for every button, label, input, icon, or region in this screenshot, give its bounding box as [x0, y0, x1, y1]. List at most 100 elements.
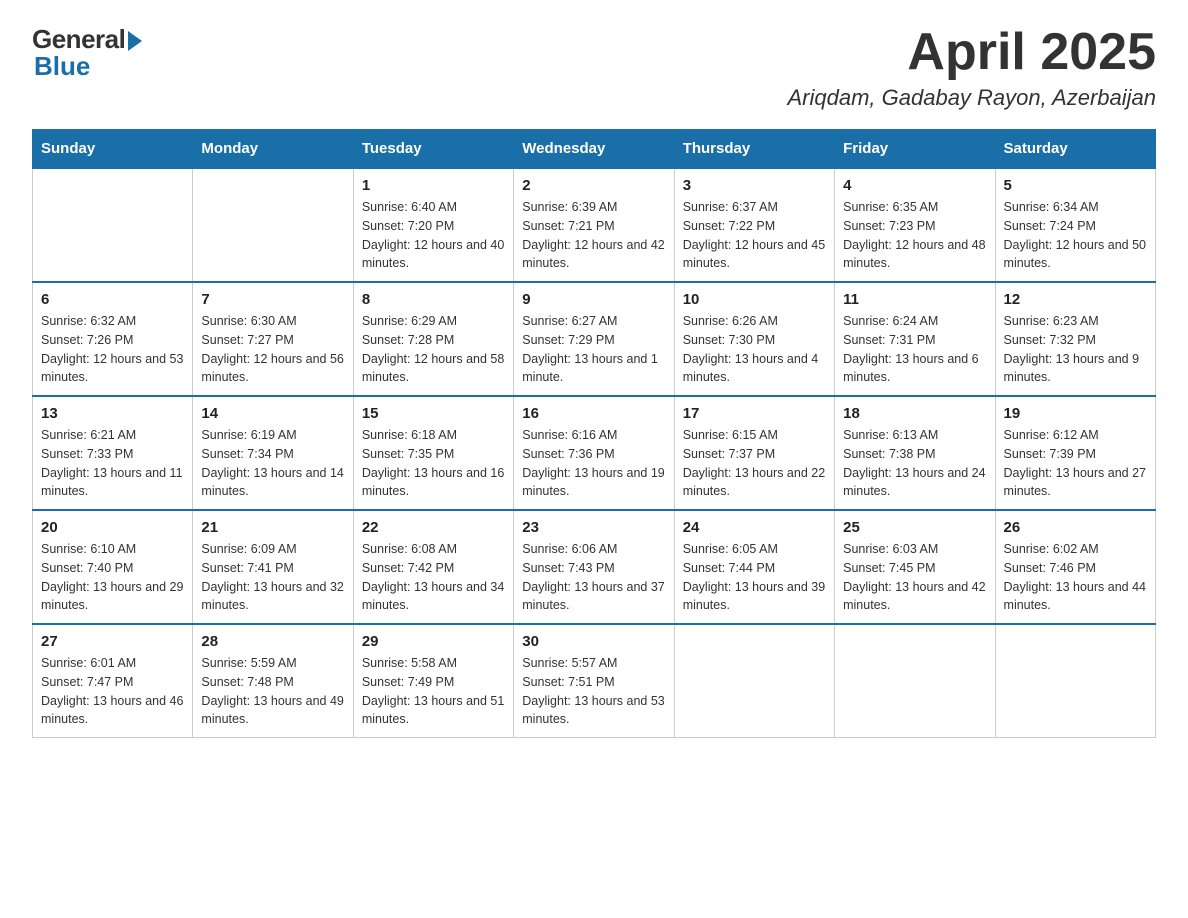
week-row-4: 27 Sunrise: 6:01 AMSunset: 7:47 PMDayligh… [33, 624, 1156, 738]
calendar-cell [33, 168, 193, 282]
day-number: 20 [41, 519, 184, 536]
day-header-tuesday: Tuesday [353, 130, 513, 169]
day-info: Sunrise: 6:05 AMSunset: 7:44 PMDaylight:… [683, 540, 826, 615]
calendar-table: SundayMondayTuesdayWednesdayThursdayFrid… [32, 129, 1156, 738]
calendar-cell: 2 Sunrise: 6:39 AMSunset: 7:21 PMDaylight… [514, 168, 674, 282]
day-info: Sunrise: 6:15 AMSunset: 7:37 PMDaylight:… [683, 426, 826, 501]
day-info: Sunrise: 6:16 AMSunset: 7:36 PMDaylight:… [522, 426, 665, 501]
calendar-cell [995, 624, 1155, 738]
calendar-cell: 3Sunrise: 6:37 AMSunset: 7:22 PMDaylight… [674, 168, 834, 282]
day-info: Sunrise: 6:24 AMSunset: 7:31 PMDaylight:… [843, 312, 986, 387]
day-number: 1 [362, 177, 505, 194]
calendar-cell [674, 624, 834, 738]
calendar-cell: 9 Sunrise: 6:27 AMSunset: 7:29 PMDaylight… [514, 282, 674, 396]
day-number: 18 [843, 405, 986, 422]
day-info: Sunrise: 6:10 AMSunset: 7:40 PMDaylight:… [41, 540, 184, 615]
day-number: 10 [683, 291, 826, 308]
day-number: 22 [362, 519, 505, 536]
day-header-saturday: Saturday [995, 130, 1155, 169]
calendar-cell: 16Sunrise: 6:16 AMSunset: 7:36 PMDayligh… [514, 396, 674, 510]
calendar-header: SundayMondayTuesdayWednesdayThursdayFrid… [33, 130, 1156, 169]
calendar-cell: 17 Sunrise: 6:15 AMSunset: 7:37 PMDayligh… [674, 396, 834, 510]
logo: General Blue [32, 24, 142, 82]
day-number: 27 [41, 633, 184, 650]
calendar-cell: 11 Sunrise: 6:24 AMSunset: 7:31 PMDayligh… [835, 282, 995, 396]
calendar-cell: 4 Sunrise: 6:35 AMSunset: 7:23 PMDaylight… [835, 168, 995, 282]
day-info: Sunrise: 6:01 AMSunset: 7:47 PMDaylight:… [41, 654, 184, 729]
calendar-cell: 27 Sunrise: 6:01 AMSunset: 7:47 PMDayligh… [33, 624, 193, 738]
calendar-cell: 29 Sunrise: 5:58 AMSunset: 7:49 PMDayligh… [353, 624, 513, 738]
calendar-cell: 6 Sunrise: 6:32 AMSunset: 7:26 PMDaylight… [33, 282, 193, 396]
calendar-body: 1Sunrise: 6:40 AMSunset: 7:20 PMDaylight… [33, 168, 1156, 738]
day-number: 6 [41, 291, 184, 308]
day-info: Sunrise: 6:27 AMSunset: 7:29 PMDaylight:… [522, 312, 665, 387]
day-info: Sunrise: 6:19 AMSunset: 7:34 PMDaylight:… [201, 426, 344, 501]
calendar-cell [193, 168, 353, 282]
calendar-cell: 19 Sunrise: 6:12 AMSunset: 7:39 PMDayligh… [995, 396, 1155, 510]
day-number: 19 [1004, 405, 1147, 422]
day-number: 28 [201, 633, 344, 650]
day-number: 8 [362, 291, 505, 308]
day-info: Sunrise: 6:02 AMSunset: 7:46 PMDaylight:… [1004, 540, 1147, 615]
day-number: 12 [1004, 291, 1147, 308]
week-row-0: 1Sunrise: 6:40 AMSunset: 7:20 PMDaylight… [33, 168, 1156, 282]
day-number: 7 [201, 291, 344, 308]
day-info: Sunrise: 6:09 AMSunset: 7:41 PMDaylight:… [201, 540, 344, 615]
calendar-cell: 22 Sunrise: 6:08 AMSunset: 7:42 PMDayligh… [353, 510, 513, 624]
day-info: Sunrise: 6:39 AMSunset: 7:21 PMDaylight:… [522, 198, 665, 273]
day-header-thursday: Thursday [674, 130, 834, 169]
day-number: 14 [201, 405, 344, 422]
calendar-cell: 23 Sunrise: 6:06 AMSunset: 7:43 PMDayligh… [514, 510, 674, 624]
calendar-cell: 7 Sunrise: 6:30 AMSunset: 7:27 PMDaylight… [193, 282, 353, 396]
calendar-cell: 13 Sunrise: 6:21 AMSunset: 7:33 PMDayligh… [33, 396, 193, 510]
calendar-cell: 18Sunrise: 6:13 AMSunset: 7:38 PMDayligh… [835, 396, 995, 510]
week-row-2: 13 Sunrise: 6:21 AMSunset: 7:33 PMDayligh… [33, 396, 1156, 510]
day-info: Sunrise: 6:23 AMSunset: 7:32 PMDaylight:… [1004, 312, 1147, 387]
day-info: Sunrise: 5:59 AMSunset: 7:48 PMDaylight:… [201, 654, 344, 729]
week-row-1: 6 Sunrise: 6:32 AMSunset: 7:26 PMDaylight… [33, 282, 1156, 396]
day-number: 11 [843, 291, 986, 308]
day-info: Sunrise: 6:06 AMSunset: 7:43 PMDaylight:… [522, 540, 665, 615]
day-info: Sunrise: 5:58 AMSunset: 7:49 PMDaylight:… [362, 654, 505, 729]
logo-blue-text: Blue [34, 51, 90, 82]
title-block: April 2025 Ariqdam, Gadabay Rayon, Azerb… [788, 24, 1157, 111]
day-number: 17 [683, 405, 826, 422]
day-info: Sunrise: 6:08 AMSunset: 7:42 PMDaylight:… [362, 540, 505, 615]
day-number: 30 [522, 633, 665, 650]
day-info: Sunrise: 6:21 AMSunset: 7:33 PMDaylight:… [41, 426, 184, 501]
page-header: General Blue April 2025 Ariqdam, Gadabay… [32, 24, 1156, 111]
day-info: Sunrise: 5:57 AMSunset: 7:51 PMDaylight:… [522, 654, 665, 729]
day-number: 15 [362, 405, 505, 422]
day-info: Sunrise: 6:35 AMSunset: 7:23 PMDaylight:… [843, 198, 986, 273]
day-info: Sunrise: 6:37 AMSunset: 7:22 PMDaylight:… [683, 198, 826, 273]
calendar-cell: 25 Sunrise: 6:03 AMSunset: 7:45 PMDayligh… [835, 510, 995, 624]
day-number: 13 [41, 405, 184, 422]
day-number: 21 [201, 519, 344, 536]
day-number: 9 [522, 291, 665, 308]
calendar-cell: 21 Sunrise: 6:09 AMSunset: 7:41 PMDayligh… [193, 510, 353, 624]
day-header-monday: Monday [193, 130, 353, 169]
day-header-sunday: Sunday [33, 130, 193, 169]
calendar-cell: 30 Sunrise: 5:57 AMSunset: 7:51 PMDayligh… [514, 624, 674, 738]
header-row: SundayMondayTuesdayWednesdayThursdayFrid… [33, 130, 1156, 169]
day-number: 25 [843, 519, 986, 536]
calendar-cell: 1Sunrise: 6:40 AMSunset: 7:20 PMDaylight… [353, 168, 513, 282]
calendar-cell [835, 624, 995, 738]
logo-arrow-icon [128, 31, 142, 51]
day-number: 4 [843, 177, 986, 194]
calendar-cell: 28 Sunrise: 5:59 AMSunset: 7:48 PMDayligh… [193, 624, 353, 738]
month-title: April 2025 [788, 24, 1157, 81]
day-number: 23 [522, 519, 665, 536]
day-info: Sunrise: 6:12 AMSunset: 7:39 PMDaylight:… [1004, 426, 1147, 501]
day-info: Sunrise: 6:03 AMSunset: 7:45 PMDaylight:… [843, 540, 986, 615]
day-number: 2 [522, 177, 665, 194]
location-title: Ariqdam, Gadabay Rayon, Azerbaijan [788, 85, 1157, 111]
day-number: 29 [362, 633, 505, 650]
day-info: Sunrise: 6:30 AMSunset: 7:27 PMDaylight:… [201, 312, 344, 387]
day-info: Sunrise: 6:32 AMSunset: 7:26 PMDaylight:… [41, 312, 184, 387]
week-row-3: 20 Sunrise: 6:10 AMSunset: 7:40 PMDayligh… [33, 510, 1156, 624]
day-number: 26 [1004, 519, 1147, 536]
calendar-cell: 12 Sunrise: 6:23 AMSunset: 7:32 PMDayligh… [995, 282, 1155, 396]
day-number: 5 [1004, 177, 1147, 194]
calendar-cell: 20 Sunrise: 6:10 AMSunset: 7:40 PMDayligh… [33, 510, 193, 624]
